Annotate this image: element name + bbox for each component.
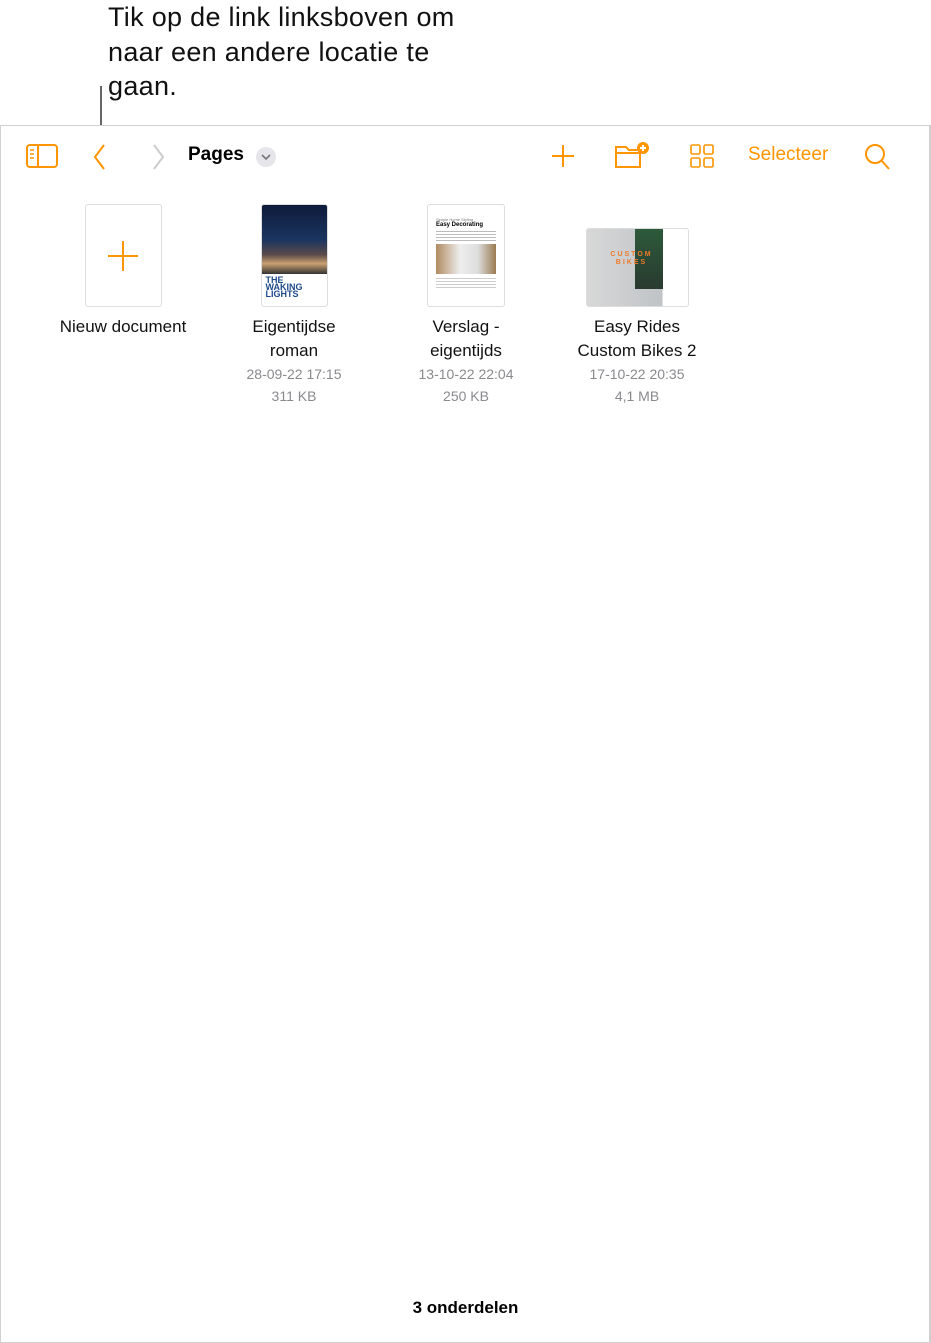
thumbnail-title: Easy Decorating — [436, 222, 484, 228]
item-name: Nieuw document — [59, 317, 187, 336]
item-date: 17-10-22 20:35 — [589, 366, 685, 382]
item-size: 4,1 MB — [614, 388, 660, 404]
document-thumbnail[interactable]: Simple Home Styling Easy Decorating — [427, 204, 505, 307]
location-title[interactable]: Pages — [188, 144, 244, 166]
forward-chevron-icon[interactable] — [148, 143, 168, 171]
item-date: 28-09-22 17:15 — [246, 366, 342, 382]
item-name: Eigentijdse roman — [252, 317, 336, 360]
plus-icon — [108, 240, 138, 271]
item-name: Verslag - eigentijds — [430, 317, 502, 360]
item-size: 250 KB — [443, 388, 489, 404]
grid-view-icon[interactable] — [689, 143, 715, 169]
document-item[interactable]: Simple Home Styling Easy Decorating Vers… — [381, 204, 551, 407]
back-chevron-icon[interactable] — [90, 143, 110, 171]
document-item[interactable]: THE WAKING LIGHTS Eigentijdse roman 28-09… — [209, 204, 379, 407]
callout-text: Tik op de link linksboven om naar een an… — [108, 2, 455, 101]
item-size: 311 KB — [271, 388, 317, 404]
thumbnail-title: CUSTOM BIKES — [610, 251, 653, 266]
item-count: 3 onderdelen — [412, 1298, 519, 1317]
new-folder-icon[interactable] — [614, 141, 650, 171]
new-document-thumbnail[interactable] — [84, 204, 162, 307]
search-icon[interactable] — [863, 142, 891, 172]
item-name: Easy Rides Custom Bikes 2 — [577, 317, 697, 360]
chevron-down-icon[interactable] — [256, 147, 276, 167]
new-document-item[interactable]: Nieuw document — [38, 204, 208, 339]
select-button[interactable]: Selecteer — [748, 144, 828, 166]
document-thumbnail[interactable]: CUSTOM BIKES — [585, 228, 689, 307]
thumbnail-title: THE WAKING LIGHTS — [265, 275, 303, 299]
add-icon[interactable] — [550, 143, 576, 169]
item-date: 13-10-22 22:04 — [418, 366, 514, 382]
document-item[interactable]: CUSTOM BIKES Easy Rides Custom Bikes 2 17… — [552, 204, 722, 407]
sidebar-toggle-icon[interactable] — [26, 143, 58, 169]
document-thumbnail[interactable]: THE WAKING LIGHTS — [260, 204, 328, 307]
